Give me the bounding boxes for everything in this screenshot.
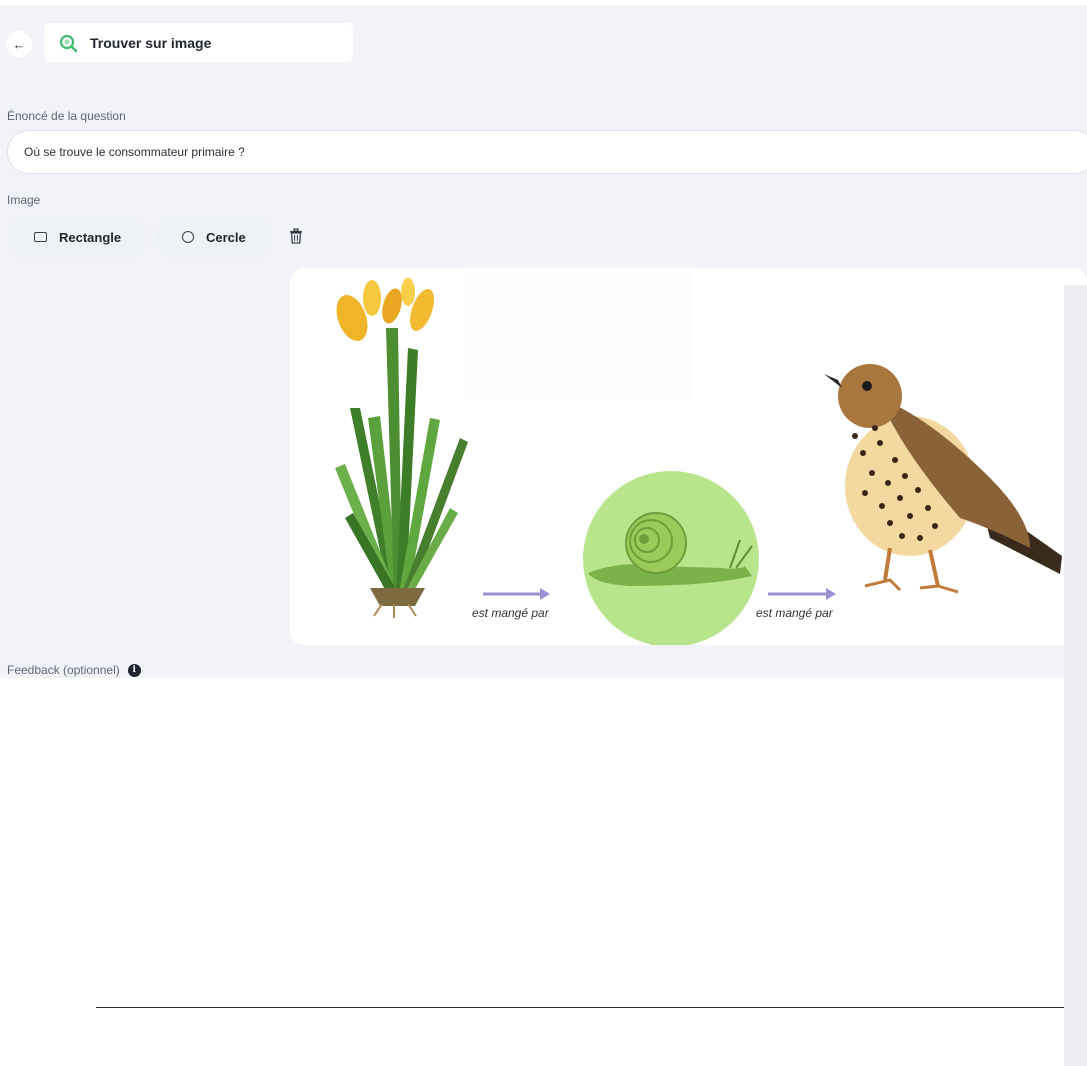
feedback-divider (96, 1007, 1064, 1008)
question-label: Énoncé de la question (7, 109, 126, 123)
trash-icon[interactable] (289, 228, 303, 244)
circle-icon (182, 231, 194, 243)
food-chain-image: est mangé par est mangé par (290, 268, 1087, 645)
feedback-label: Feedback (optionnel) (7, 663, 120, 677)
arrow-left-icon: ← (12, 36, 26, 52)
image-label: Image (7, 193, 41, 207)
image-canvas[interactable]: est mangé par est mangé par (290, 268, 1087, 645)
circle-label: Cercle (206, 229, 246, 245)
question-input-value: Où se trouve le consommateur primaire ? (24, 145, 245, 159)
top-strip (0, 0, 1087, 5)
question-input[interactable]: Où se trouve le consommateur primaire ? (7, 130, 1087, 174)
side-scroll-area[interactable] (1064, 285, 1087, 1066)
search-image-icon (59, 34, 78, 52)
rectangle-tool-button[interactable]: Rectangle (8, 216, 146, 258)
arrow-caption-2: est mangé par (756, 606, 834, 620)
back-button[interactable]: ← (6, 31, 32, 57)
info-icon[interactable]: i (127, 663, 141, 677)
rectangle-label: Rectangle (59, 229, 122, 245)
feedback-label-row: Feedback (optionnel) i (7, 663, 141, 677)
circle-tool-button[interactable]: Cercle (156, 216, 272, 258)
question-type-label: Trouver sur image (90, 34, 212, 51)
question-type-selector[interactable]: Trouver sur image (44, 23, 353, 62)
rectangle-icon (34, 232, 47, 242)
arrow-caption-1: est mangé par (472, 606, 550, 620)
image-blank-patch (465, 270, 693, 400)
